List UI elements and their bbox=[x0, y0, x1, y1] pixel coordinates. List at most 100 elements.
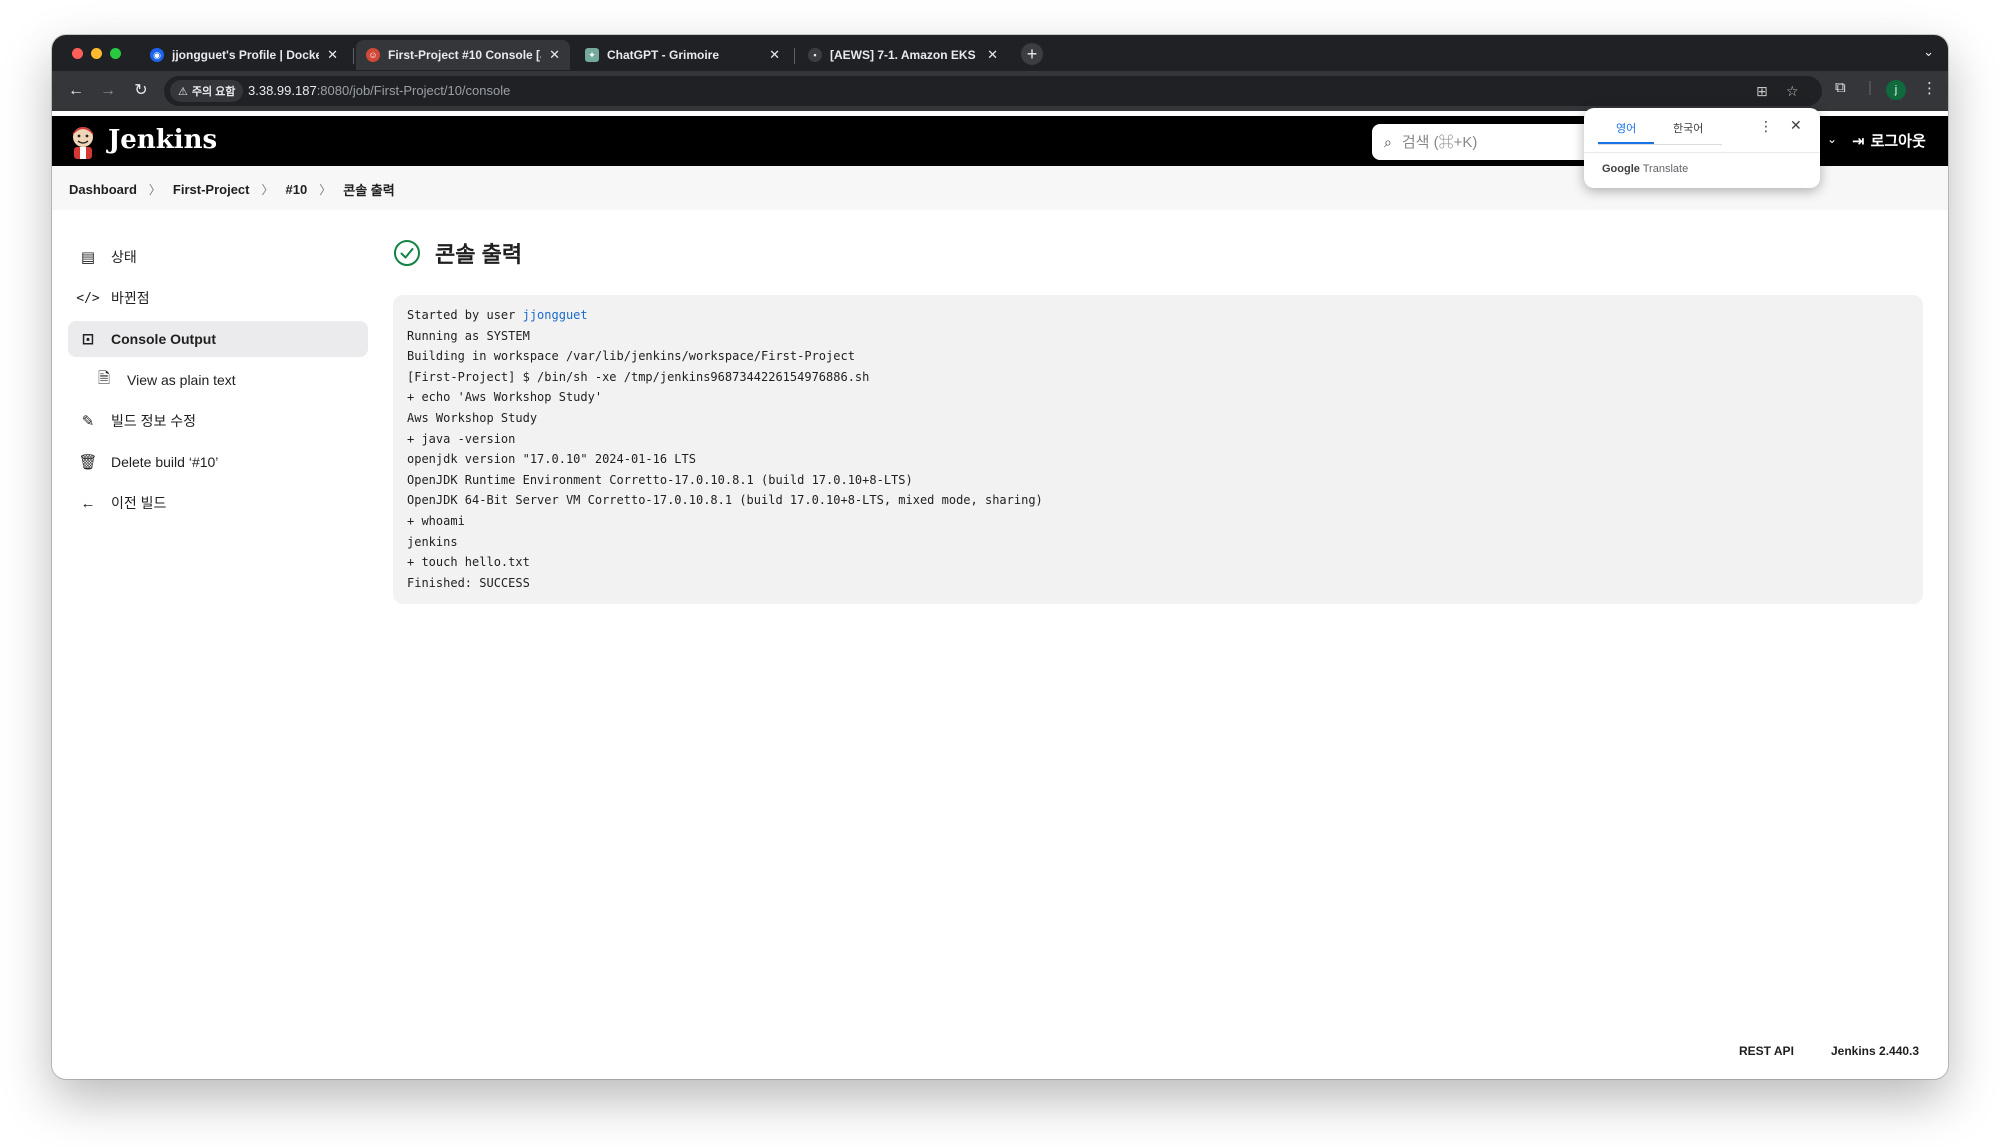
console-line: + java -version bbox=[407, 431, 516, 446]
console-line: [First-Project] $ /bin/sh -xe /tmp/jenki… bbox=[407, 369, 870, 384]
logout-icon: ⇥ bbox=[1852, 132, 1865, 150]
sidebar-item-changes[interactable]: </> 바뀐점 bbox=[68, 280, 368, 316]
jenkins-logo-icon[interactable] bbox=[68, 125, 98, 159]
console-line: Finished: SUCCESS bbox=[407, 575, 530, 590]
breadcrumb-item-dashboard[interactable]: Dashboard bbox=[69, 182, 137, 197]
tab-search-chevron-icon[interactable]: ⌄ bbox=[1923, 44, 1934, 60]
translate-lang-target[interactable]: 한국어 bbox=[1673, 120, 1703, 136]
browser-toolbar: ← → ↻ ⚠ 주의 요함 3.38.99.187:8080/job/First… bbox=[52, 71, 1948, 111]
breadcrumb-item-project[interactable]: First-Project bbox=[173, 182, 250, 197]
toolbar-divider: | bbox=[1868, 79, 1872, 96]
console-line: Running as SYSTEM bbox=[407, 328, 530, 343]
console-line: Aws Workshop Study bbox=[407, 410, 538, 425]
address-bar[interactable]: ⚠ 주의 요함 3.38.99.187:8080/job/First-Proje… bbox=[164, 76, 1822, 106]
terminal-icon: ⊡ bbox=[81, 331, 95, 348]
url-text[interactable]: 3.38.99.187:8080/job/First-Project/10/co… bbox=[248, 83, 510, 98]
sidebar-item-label: 빌드 정보 수정 bbox=[111, 413, 197, 429]
arrow-left-icon: ← bbox=[80, 494, 96, 512]
sidebar-item-plain-text[interactable]: 🗎 View as plain text bbox=[68, 362, 368, 398]
user-menu-chevron-icon[interactable]: ⌄ bbox=[1827, 132, 1837, 146]
minimize-window-button[interactable] bbox=[91, 48, 102, 59]
tab-chatgpt[interactable]: ✦ ChatGPT - Grimoire ✕ bbox=[575, 40, 790, 70]
translate-tab-line bbox=[1598, 144, 1722, 145]
translate-popup: 영어 한국어 ⋮ ✕ Google Translate bbox=[1584, 108, 1820, 188]
maximize-window-button[interactable] bbox=[110, 48, 121, 59]
url-path: :8080/job/First-Project/10/console bbox=[316, 83, 511, 98]
translate-icon[interactable]: ⊞ bbox=[1756, 83, 1768, 100]
docker-icon: ◉ bbox=[150, 48, 164, 62]
more-options-icon[interactable]: ⋮ bbox=[1759, 118, 1773, 135]
chevron-right-icon: 〉 bbox=[261, 183, 274, 197]
edit-icon: ✎ bbox=[81, 413, 95, 430]
console-line: openjdk version "17.0.10" 2024-01-16 LTS bbox=[407, 452, 696, 467]
search-icon: ⌕ bbox=[1384, 133, 1392, 150]
sidebar-item-previous-build[interactable]: ← 이전 빌드 bbox=[68, 485, 368, 521]
sidebar-item-edit-build-info[interactable]: ✎ 빌드 정보 수정 bbox=[68, 403, 368, 439]
jenkins-brand[interactable]: Jenkins bbox=[108, 125, 217, 155]
console-line: + whoami bbox=[407, 513, 465, 528]
forward-button[interactable]: → bbox=[96, 79, 120, 103]
translate-tab-indicator bbox=[1598, 142, 1654, 144]
console-line: Building in workspace /var/lib/jenkins/w… bbox=[407, 349, 855, 364]
console-line: OpenJDK 64-Bit Server VM Corretto-17.0.1… bbox=[407, 493, 1043, 508]
tab-separator bbox=[794, 48, 795, 64]
sidebar-item-label: Delete build ‘#10’ bbox=[111, 454, 219, 470]
translate-lang-source[interactable]: 영어 bbox=[1616, 120, 1636, 136]
sidebar-item-console-output[interactable]: ⊡ Console Output bbox=[68, 321, 368, 357]
user-link[interactable]: jjongguet bbox=[523, 308, 588, 322]
tab-jenkins-console[interactable]: ☺ First-Project #10 Console [Jenkins] ✕ bbox=[356, 40, 570, 70]
breadcrumb-item-console[interactable]: 콘솔 출력 bbox=[343, 180, 394, 199]
close-icon[interactable]: ✕ bbox=[549, 47, 560, 63]
sidebar-item-label: 바뀐점 bbox=[111, 290, 150, 306]
trash-icon: 🗑 bbox=[78, 454, 98, 471]
more-menu-icon[interactable]: ⋮ bbox=[1922, 79, 1937, 97]
url-host: 3.38.99.187 bbox=[248, 83, 317, 98]
google-translate-brand: Google Translate bbox=[1602, 163, 1689, 175]
console-line: + touch hello.txt bbox=[407, 555, 530, 570]
page-title: 콘솔 출력 bbox=[393, 237, 522, 269]
sidebar-item-label: 이전 빌드 bbox=[111, 495, 167, 511]
tab-strip: ◉ jjongguet's Profile | Docker Hub ✕ ☺ F… bbox=[52, 35, 1948, 71]
tab-aews[interactable]: ▪ [AEWS] 7-1. Amazon EKS - CI/CD ✕ bbox=[798, 40, 1008, 70]
close-icon[interactable]: ✕ bbox=[327, 47, 338, 63]
bookmark-star-icon[interactable]: ☆ bbox=[1786, 83, 1799, 100]
console-line: + echo 'Aws Workshop Study' bbox=[407, 390, 603, 405]
console-line: OpenJDK Runtime Environment Corretto-17.… bbox=[407, 472, 913, 487]
jenkins-search-box[interactable]: ⌕ bbox=[1372, 124, 1602, 160]
logout-link[interactable]: ⇥ 로그아웃 bbox=[1852, 130, 1926, 151]
console-output: Started by user jjongguet Running as SYST… bbox=[393, 295, 1923, 604]
jenkins-version-link[interactable]: Jenkins 2.440.3 bbox=[1831, 1044, 1919, 1058]
console-line: Started by user jjongguet bbox=[407, 308, 588, 322]
sidebar-item-label: Console Output bbox=[111, 331, 216, 347]
profile-avatar[interactable]: j bbox=[1886, 80, 1906, 100]
jenkins-icon: ☺ bbox=[366, 48, 380, 62]
breadcrumb: Dashboard 〉 First-Project 〉 #10 〉 콘솔 출력 bbox=[69, 180, 395, 199]
security-warning-chip[interactable]: ⚠ 주의 요함 bbox=[170, 80, 244, 102]
close-window-button[interactable] bbox=[72, 48, 83, 59]
rest-api-link[interactable]: REST API bbox=[1739, 1044, 1794, 1058]
sidebar-item-delete-build[interactable]: 🗑 Delete build ‘#10’ bbox=[68, 444, 368, 480]
sidebar-item-label: 상태 bbox=[111, 249, 137, 265]
breadcrumb-item-build[interactable]: #10 bbox=[286, 182, 308, 197]
chevron-right-icon: 〉 bbox=[319, 183, 332, 197]
close-icon[interactable]: ✕ bbox=[769, 47, 780, 63]
back-button[interactable]: ← bbox=[64, 79, 88, 103]
notion-icon: ▪ bbox=[808, 48, 822, 62]
logout-label: 로그아웃 bbox=[1870, 133, 1926, 150]
reload-button[interactable]: ↻ bbox=[129, 79, 153, 103]
close-icon[interactable]: ✕ bbox=[987, 47, 998, 63]
document-icon: ▤ bbox=[80, 249, 96, 266]
search-input[interactable] bbox=[1401, 133, 1552, 151]
new-tab-button[interactable]: + bbox=[1021, 43, 1043, 65]
page-title-text: 콘솔 출력 bbox=[435, 242, 523, 267]
tab-title: ChatGPT - Grimoire bbox=[607, 48, 720, 62]
close-icon[interactable]: ✕ bbox=[1790, 117, 1802, 134]
tab-separator bbox=[353, 48, 354, 64]
sidebar: ▤ 상태 </> 바뀐점 ⊡ Console Output 🗎 View as … bbox=[68, 239, 368, 526]
chatgpt-icon: ✦ bbox=[585, 48, 599, 62]
tab-docker-hub[interactable]: ◉ jjongguet's Profile | Docker Hub ✕ bbox=[140, 40, 348, 70]
file-icon: 🗎 bbox=[97, 369, 111, 387]
sidebar-item-label: View as plain text bbox=[127, 372, 236, 388]
sidebar-item-status[interactable]: ▤ 상태 bbox=[68, 239, 368, 275]
extensions-icon[interactable]: ⧉ bbox=[1835, 79, 1846, 96]
